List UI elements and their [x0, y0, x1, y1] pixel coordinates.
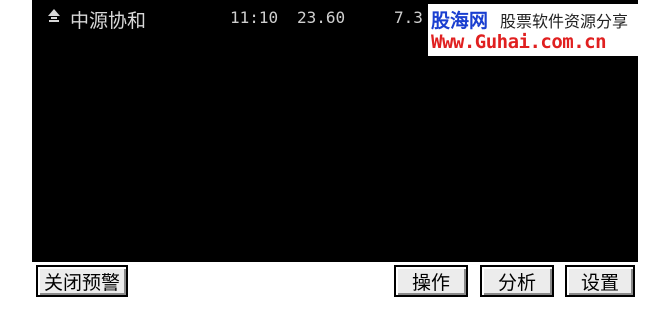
change-percent: 7.3 [394, 8, 423, 27]
settings-button[interactable]: 设置 [565, 265, 635, 297]
up-arrow-icon [46, 7, 62, 23]
analyze-button[interactable]: 分析 [480, 265, 554, 297]
stock-price: 23.60 [297, 8, 346, 27]
watermark-logo: 股海网 [431, 10, 489, 32]
watermark-url: Www.Guhai.com.cn [431, 31, 607, 53]
close-alert-button[interactable]: 关闭预警 [36, 265, 128, 297]
watermark-tagline: 股票软件资源分享 [500, 12, 629, 31]
operate-button[interactable]: 操作 [394, 265, 468, 297]
watermark: 股海网 股票软件资源分享 Www.Guhai.com.cn [428, 4, 640, 56]
alert-time: 11:10 [230, 8, 279, 27]
stock-name: 中源协和 [70, 10, 147, 32]
alert-toolbar: 关闭预警 操作 分析 设置 [32, 260, 638, 302]
